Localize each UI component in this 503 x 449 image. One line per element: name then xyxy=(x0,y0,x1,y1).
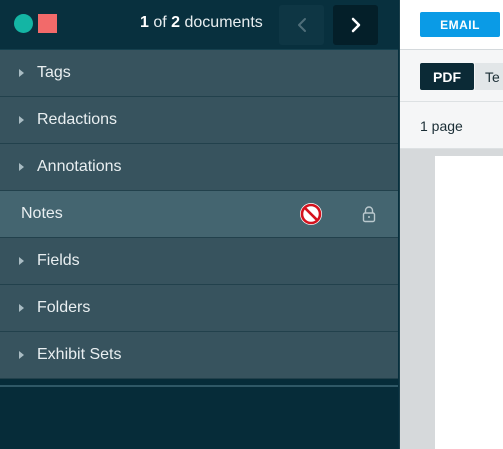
previous-document-button[interactable] xyxy=(279,5,324,45)
section-label: Folders xyxy=(37,299,91,316)
page-count: 1 page xyxy=(420,118,463,134)
tab-pdf[interactable]: PDF xyxy=(420,63,474,90)
chevron-left-icon xyxy=(297,18,306,32)
section-redactions[interactable]: Redactions xyxy=(0,97,398,144)
doc-of: of xyxy=(148,14,172,31)
tab-text[interactable]: Te xyxy=(475,63,503,90)
doc-total: 2 xyxy=(171,14,181,31)
next-document-button[interactable] xyxy=(333,5,378,45)
viewer-toolbar: EMAIL xyxy=(400,0,503,50)
caret-right-icon xyxy=(19,69,24,77)
no-access-icon xyxy=(300,203,322,225)
section-annotations[interactable]: Annotations xyxy=(0,144,398,191)
lock-icon[interactable] xyxy=(361,205,377,223)
caret-right-icon xyxy=(19,304,24,312)
section-tags[interactable]: Tags xyxy=(0,50,398,97)
status-dot-teal xyxy=(14,14,33,33)
viewer-pane: EMAIL PDF Te 1 page xyxy=(399,0,503,449)
panel-divider xyxy=(0,385,398,387)
document-panel: 1 of 2 documents Tags Redactions Annotat… xyxy=(0,0,398,449)
doc-suffix: documents xyxy=(180,14,263,31)
section-label: Tags xyxy=(37,64,71,81)
doc-index: 1 xyxy=(140,14,149,31)
section-label: Annotations xyxy=(37,158,122,175)
document-viewport[interactable] xyxy=(400,149,503,449)
status-square-red xyxy=(38,14,57,33)
section-exhibit-sets[interactable]: Exhibit Sets xyxy=(0,332,398,379)
view-mode-tabs: PDF Te xyxy=(400,50,503,102)
section-fields[interactable]: Fields xyxy=(0,238,398,285)
coding-panel: Tags Redactions Annotations Notes Fields… xyxy=(0,50,398,379)
document-page xyxy=(435,156,503,449)
section-notes[interactable]: Notes xyxy=(0,191,398,238)
section-label: Notes xyxy=(21,205,63,222)
section-label: Fields xyxy=(37,252,80,269)
caret-right-icon xyxy=(19,116,24,124)
page-info-bar: 1 page xyxy=(400,102,503,149)
caret-right-icon xyxy=(19,257,24,265)
section-folders[interactable]: Folders xyxy=(0,285,398,332)
document-counter: 1 of 2 documents xyxy=(140,14,263,32)
section-label: Redactions xyxy=(37,111,118,128)
document-nav-bar: 1 of 2 documents xyxy=(0,0,398,50)
section-label: Exhibit Sets xyxy=(37,346,122,363)
chevron-right-icon xyxy=(351,17,360,33)
email-button[interactable]: EMAIL xyxy=(420,12,500,37)
caret-right-icon xyxy=(19,351,24,359)
caret-right-icon xyxy=(19,163,24,171)
